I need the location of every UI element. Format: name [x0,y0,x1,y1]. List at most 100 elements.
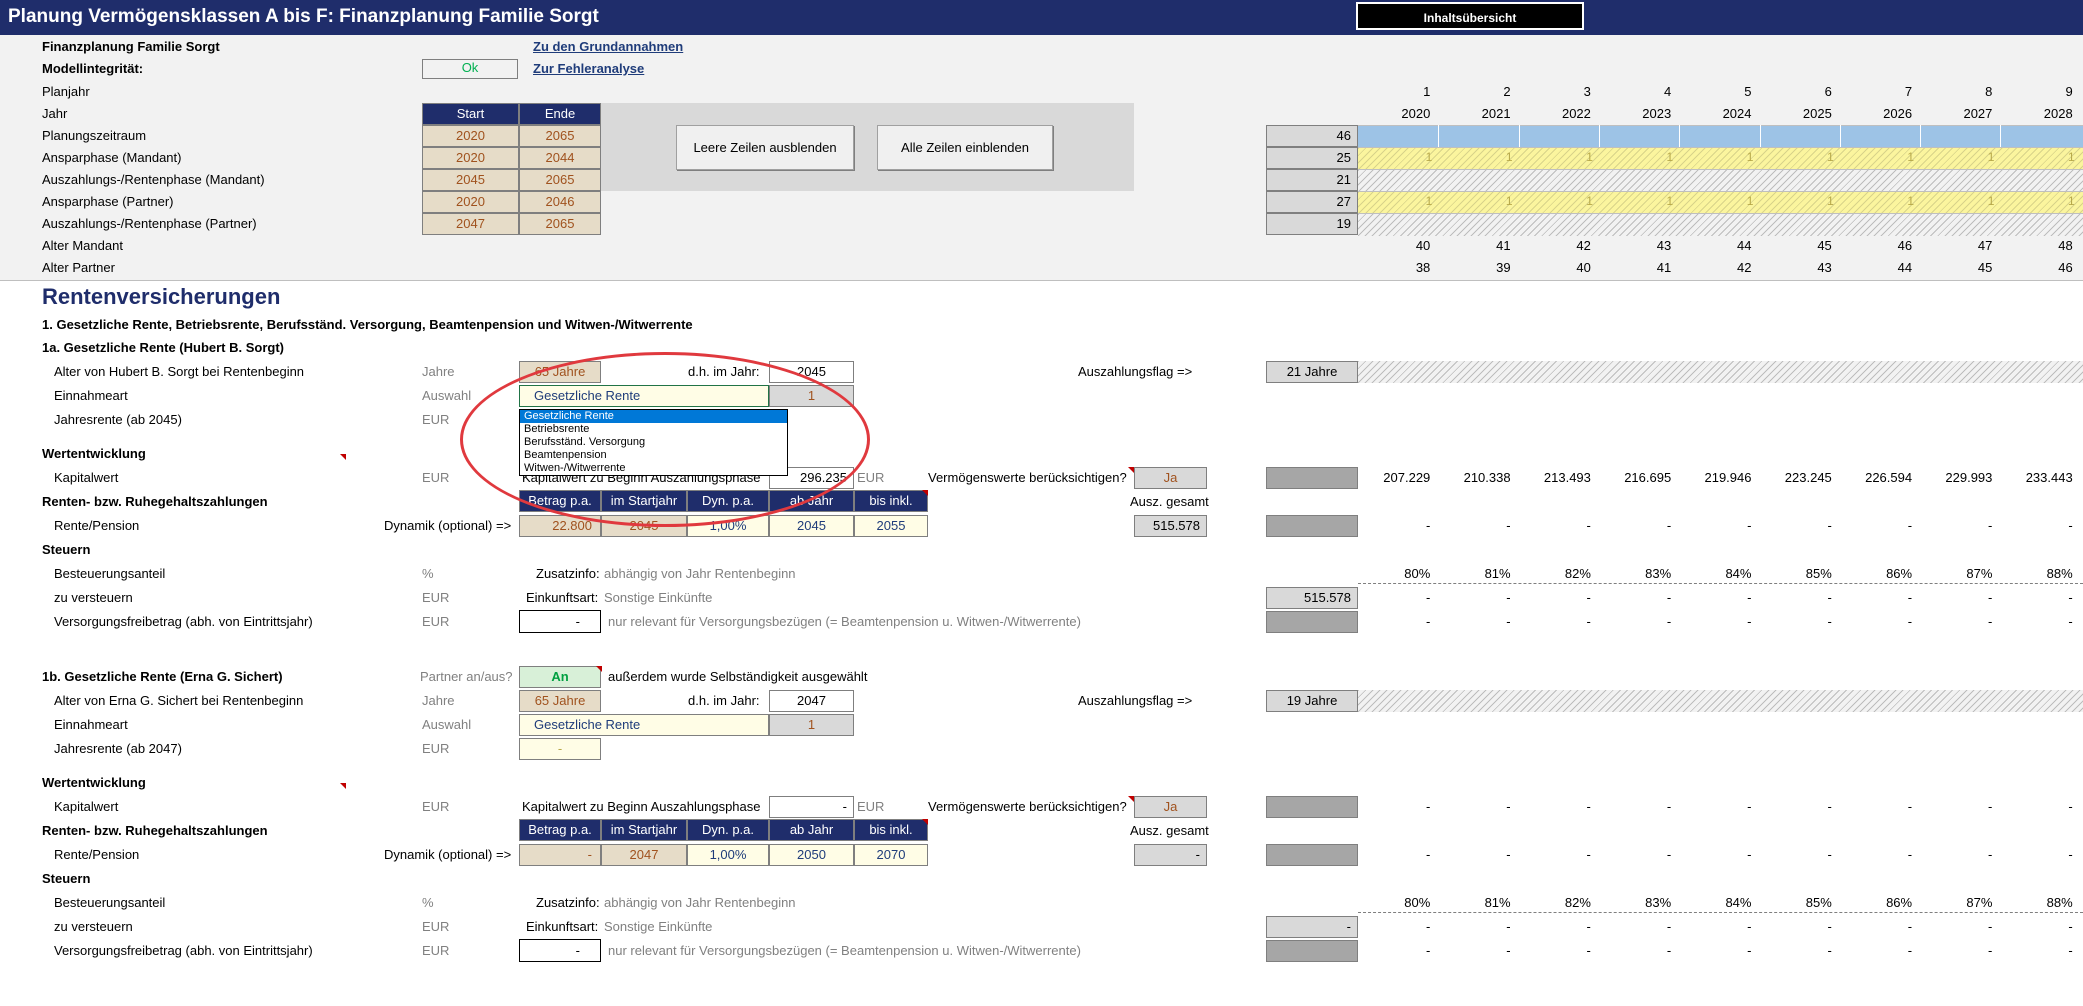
besteuerung-cell: 86% [1886,895,1913,910]
rente-value[interactable]: 1,00% [687,844,769,866]
versteuern-cell: - [2068,919,2073,934]
comment-marker [922,490,928,496]
vfb-cell: - [1425,614,1431,629]
timeline-flag: 1 [2068,150,2075,164]
rente-cell: - [1425,518,1431,533]
rente-gray [1266,515,1358,537]
wertentwicklung-label: Wertentwicklung [42,446,146,461]
versteuern-cell: - [1827,590,1832,605]
timeline-flag: 1 [1586,194,1593,208]
page-title: Planung Vermögensklassen A bis F: Finanz… [8,6,599,27]
versteuern-cell: - [1907,590,1913,605]
besteuerung-cell: 87% [1966,566,1993,581]
kapitalwert-cell: 226.594 [1865,470,1913,485]
kapitalwert-cell: 213.493 [1543,470,1591,485]
link-grundannahmen[interactable]: Zu den Grundannahmen [533,39,683,54]
einkunft-label: Einkunftsart: [526,919,599,934]
rente-value[interactable]: 2047 [601,844,687,866]
integrity-label: Modellintegrität: [42,61,144,76]
einnahmeart-label: Einnahmeart [54,717,128,732]
renten-col-header: ab Jahr [769,819,854,841]
timeline-divider [1759,125,1761,147]
kapitalwert-cell: 229.993 [1945,470,1993,485]
timeline-divider [1920,125,1922,147]
verm-value[interactable]: Ja [1134,467,1207,489]
vfb-input[interactable]: - [519,939,601,962]
dynamik-label: Dynamik (optional) => [384,518,512,533]
header-row-count: 19 [1266,213,1358,235]
kapitalwert-cell: 216.695 [1624,470,1672,485]
besteuerung-cell: 87% [1966,895,1993,910]
vfb-label: Versorgungsfreibetrag (abh. von Eintritt… [54,943,313,958]
rente-value[interactable]: - [519,844,601,866]
verm-label: Vermögenswerte berücksichtigen? [928,799,1127,814]
header-row-ende: 2065 [519,169,601,191]
alter-partner-value: 41 [1656,260,1672,275]
vfb-cell: - [1666,943,1672,958]
vfb-cell: - [1907,614,1913,629]
kapitalwert-cell: - [2068,799,2073,814]
renten-col-header: bis inkl. [854,490,928,512]
timeline-flag: 1 [1907,150,1915,164]
rente-cell: - [1907,518,1913,533]
flag-label: Auszahlungsflag => [1078,693,1193,708]
jahresrente-value[interactable]: - [519,738,601,760]
einnahme-num: 1 [769,714,854,736]
jahr-value: 2023 [1642,106,1672,121]
header-row-start: 2045 [422,169,519,191]
rente-cell: - [1506,847,1511,862]
alter-value[interactable]: 65 Jahre [519,690,601,712]
jahr-label: Jahr [42,106,68,121]
unit-eur: EUR [422,799,450,814]
timeline-divider [1679,125,1681,147]
alter-partner-value: 46 [2058,260,2073,275]
besteuerung-cell: 84% [1725,895,1752,910]
timeline-flag: 1 [2068,194,2075,208]
vfb-input[interactable]: - [519,610,601,633]
link-fehleranalyse[interactable]: Zur Fehleranalyse [533,61,644,76]
section-title: Rentenversicherungen [42,284,281,309]
jahr-value: 2020 [1401,106,1431,121]
unit-auswahl: Auswahl [422,717,472,732]
unit-eur: EUR [422,470,450,485]
besteuerung-cell: 88% [2046,566,2073,581]
unit-pct: % [422,895,434,910]
versteuern-cell: - [1988,919,1993,934]
timeline-flag: 1 [1586,150,1593,164]
versteuern-cell: - [2068,590,2073,605]
jahresrente-label: Jahresrente (ab 2047) [54,741,182,756]
timeline-divider [1598,125,1600,147]
inhaltsuebersicht-button[interactable]: Inhaltsübersicht [1356,2,1584,30]
flag-value: 21 Jahre [1266,361,1358,383]
rente-cell: - [1506,518,1511,533]
besteuerung-cell: 82% [1564,895,1591,910]
einnahmeart-select[interactable]: Gesetzliche Rente [519,714,769,736]
rente-value[interactable]: 2045 [769,515,854,537]
dynamik-label: Dynamik (optional) => [384,847,512,862]
alter-mandant-value: 40 [1415,238,1431,253]
unit-jahre: Jahre [422,364,455,379]
rente-value[interactable]: 2055 [854,515,928,537]
timeline-flag: 1 [1827,150,1834,164]
steuern-label: Steuern [42,871,91,886]
vfb-cell: - [1506,614,1511,629]
renten-col-header: Dyn. p.a. [687,819,769,841]
rente-value[interactable]: 2050 [769,844,854,866]
versteuern-cell: - [1666,919,1672,934]
alter-partner-label: Alter Partner [42,260,115,275]
partner-toggle[interactable]: An [519,666,601,688]
verm-value[interactable]: Ja [1134,796,1207,818]
zu-versteuern-label: zu versteuern [54,919,133,934]
unit-pct: % [422,566,434,581]
zu-versteuern-label: zu versteuern [54,590,133,605]
versteuern-cell: - [1827,919,1832,934]
kapitalwert-cell: - [1907,799,1913,814]
show-all-rows-button[interactable]: Alle Zeilen einblenden [877,125,1053,170]
kap-gray [1266,796,1358,818]
dashed-line [1358,583,2083,584]
hide-empty-rows-button[interactable]: Leere Zeilen ausblenden [676,125,854,170]
flag-label: Auszahlungsflag => [1078,364,1193,379]
rente-value[interactable]: 2070 [854,844,928,866]
vfb-cell: - [1586,614,1591,629]
kapitalwert-cell: 219.946 [1704,470,1752,485]
